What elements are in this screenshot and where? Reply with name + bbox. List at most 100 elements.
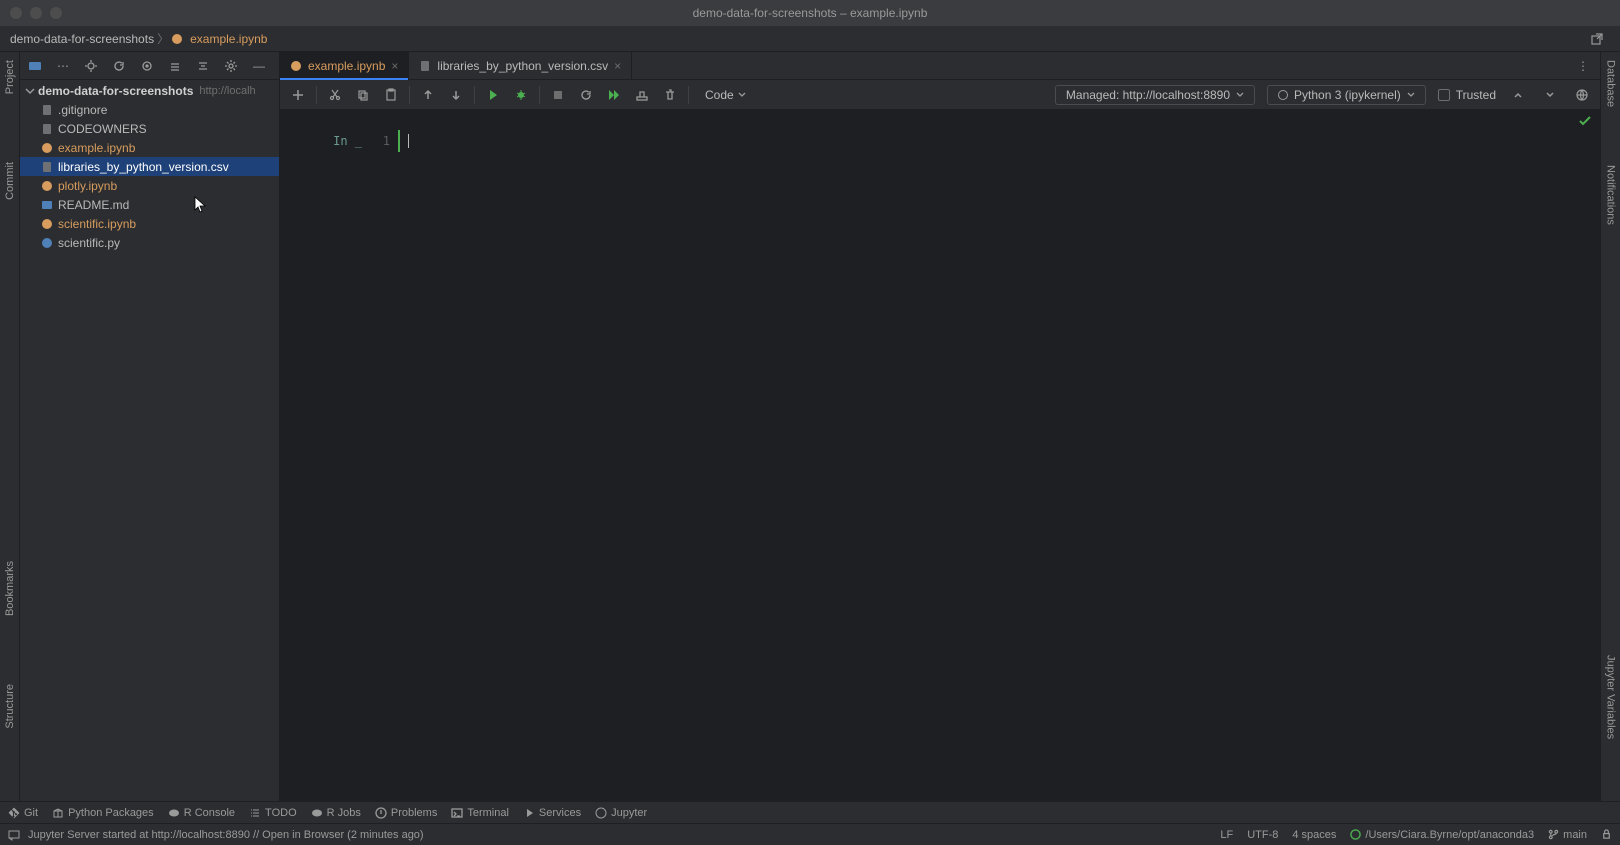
jupyter-tool[interactable]: Jupyter xyxy=(595,807,647,819)
services-tool[interactable]: Services xyxy=(523,807,581,819)
variables-icon[interactable] xyxy=(632,85,652,105)
file-tree-item[interactable]: README.md xyxy=(20,195,279,214)
encoding[interactable]: UTF-8 xyxy=(1247,829,1278,841)
jupyter-variables-tool[interactable]: Jupyter Variables xyxy=(1605,651,1617,743)
clear-output-icon[interactable] xyxy=(660,85,680,105)
file-tree-item[interactable]: example.ipynb xyxy=(20,138,279,157)
file-icon xyxy=(40,122,54,136)
structure-tool[interactable]: Structure xyxy=(4,680,16,733)
tabs-more-icon[interactable]: ⋮ xyxy=(1574,57,1592,75)
status-message[interactable]: Jupyter Server started at http://localho… xyxy=(28,829,424,841)
todo-tool[interactable]: TODO xyxy=(249,807,297,819)
right-tool-strip: Database Notifications Jupyter Variables xyxy=(1600,52,1620,801)
statusbar: Jupyter Server started at http://localho… xyxy=(0,823,1620,845)
cell-input[interactable] xyxy=(398,130,1588,152)
terminal-tool[interactable]: Terminal xyxy=(451,807,509,819)
file-tree-item[interactable]: scientific.ipynb xyxy=(20,214,279,233)
commit-tool[interactable]: Commit xyxy=(4,158,16,204)
run-all-icon[interactable] xyxy=(604,85,624,105)
collapse-all-icon[interactable] xyxy=(194,57,212,75)
open-external-icon[interactable] xyxy=(1588,30,1606,48)
editor-tab[interactable]: example.ipynb × xyxy=(280,52,409,79)
problems-tool[interactable]: Problems xyxy=(375,807,437,819)
trusted-toggle[interactable]: Trusted xyxy=(1438,88,1496,102)
breadcrumb-project[interactable]: demo-data-for-screenshots xyxy=(8,32,156,46)
cut-icon[interactable] xyxy=(325,85,345,105)
trusted-checkbox[interactable] xyxy=(1438,89,1450,101)
breadcrumb-file[interactable]: example.ipynb xyxy=(188,32,269,46)
file-tree-item[interactable]: CODEOWNERS xyxy=(20,119,279,138)
git-tool[interactable]: Git xyxy=(8,807,38,819)
expand-down-icon[interactable] xyxy=(1540,85,1560,105)
sidebar-toolbar: ⋯ — xyxy=(20,52,279,80)
kernel-dropdown[interactable]: Python 3 (ipykernel) xyxy=(1267,85,1426,105)
status-message-icon[interactable] xyxy=(8,829,20,841)
collapse-up-icon[interactable] xyxy=(1508,85,1528,105)
close-window[interactable] xyxy=(10,7,22,19)
debug-cell-icon[interactable] xyxy=(511,85,531,105)
line-number: 1 xyxy=(372,130,398,152)
run-cell-icon[interactable] xyxy=(483,85,503,105)
copy-icon[interactable] xyxy=(353,85,373,105)
select-open-file-icon[interactable] xyxy=(82,57,100,75)
file-icon xyxy=(40,217,54,231)
maximize-window[interactable] xyxy=(50,7,62,19)
tab-label: example.ipynb xyxy=(308,59,385,73)
file-tree-item[interactable]: libraries_by_python_version.csv xyxy=(20,157,279,176)
tree-root-label: demo-data-for-screenshots xyxy=(38,84,193,98)
r-jobs-tool[interactable]: R Jobs xyxy=(311,807,361,819)
indent[interactable]: 4 spaces xyxy=(1292,829,1336,841)
file-label: .gitignore xyxy=(58,103,107,117)
file-label: libraries_by_python_version.csv xyxy=(58,160,229,174)
file-icon xyxy=(40,179,54,193)
notebook-toolbar: Code Managed: http://localhost:8890 Pyth… xyxy=(280,80,1600,110)
tab-close-icon[interactable]: × xyxy=(391,59,398,73)
bookmarks-tool[interactable]: Bookmarks xyxy=(4,557,16,620)
line-ending[interactable]: LF xyxy=(1220,829,1233,841)
stop-icon[interactable] xyxy=(548,85,568,105)
editor-tabs: example.ipynb×libraries_by_python_versio… xyxy=(280,52,1600,80)
project-tool[interactable]: Project xyxy=(4,56,16,98)
move-down-icon[interactable] xyxy=(446,85,466,105)
file-icon xyxy=(40,103,54,117)
refresh-icon[interactable] xyxy=(110,57,128,75)
project-dropdown[interactable] xyxy=(26,57,44,75)
managed-server-dropdown[interactable]: Managed: http://localhost:8890 xyxy=(1055,85,1255,105)
file-label: scientific.py xyxy=(58,236,120,250)
r-console-tool[interactable]: R Console xyxy=(168,807,235,819)
file-tree-item[interactable]: scientific.py xyxy=(20,233,279,252)
window-title: demo-data-for-screenshots – example.ipyn… xyxy=(693,6,928,20)
more-icon[interactable]: ⋯ xyxy=(54,57,72,75)
file-icon xyxy=(40,141,54,155)
interpreter[interactable]: /Users/Ciara.Byrne/opt/anaconda3 xyxy=(1350,829,1534,841)
file-tree-item[interactable]: .gitignore xyxy=(20,100,279,119)
notifications-tool[interactable]: Notifications xyxy=(1605,161,1617,229)
minimize-window[interactable] xyxy=(30,7,42,19)
add-cell-icon[interactable] xyxy=(288,85,308,105)
lock-icon[interactable] xyxy=(1601,829,1612,840)
paste-icon[interactable] xyxy=(381,85,401,105)
notebook-content[interactable]: In _ 1 xyxy=(280,110,1600,801)
jupyter-icon xyxy=(170,32,184,46)
target-icon[interactable] xyxy=(138,57,156,75)
code-cell[interactable]: In _ 1 xyxy=(292,130,1588,152)
file-icon xyxy=(40,236,54,250)
settings-icon[interactable] xyxy=(222,57,240,75)
tree-root[interactable]: demo-data-for-screenshots http://localh xyxy=(20,82,279,100)
file-label: scientific.ipynb xyxy=(58,217,136,231)
python-packages-tool[interactable]: Python Packages xyxy=(52,807,154,819)
file-tree[interactable]: demo-data-for-screenshots http://localh … xyxy=(20,80,279,801)
hide-icon[interactable]: — xyxy=(250,57,268,75)
tab-close-icon[interactable]: × xyxy=(614,59,621,73)
git-branch[interactable]: main xyxy=(1548,829,1587,841)
browser-icon[interactable] xyxy=(1572,85,1592,105)
move-up-icon[interactable] xyxy=(418,85,438,105)
editor-tab[interactable]: libraries_by_python_version.csv× xyxy=(409,52,632,79)
kernel-status-icon xyxy=(1278,90,1288,100)
cell-type-dropdown[interactable]: Code xyxy=(697,86,754,104)
file-tree-item[interactable]: plotly.ipynb xyxy=(20,176,279,195)
restart-icon[interactable] xyxy=(576,85,596,105)
file-label: CODEOWNERS xyxy=(58,122,147,136)
expand-all-icon[interactable] xyxy=(166,57,184,75)
database-tool[interactable]: Database xyxy=(1605,56,1617,111)
